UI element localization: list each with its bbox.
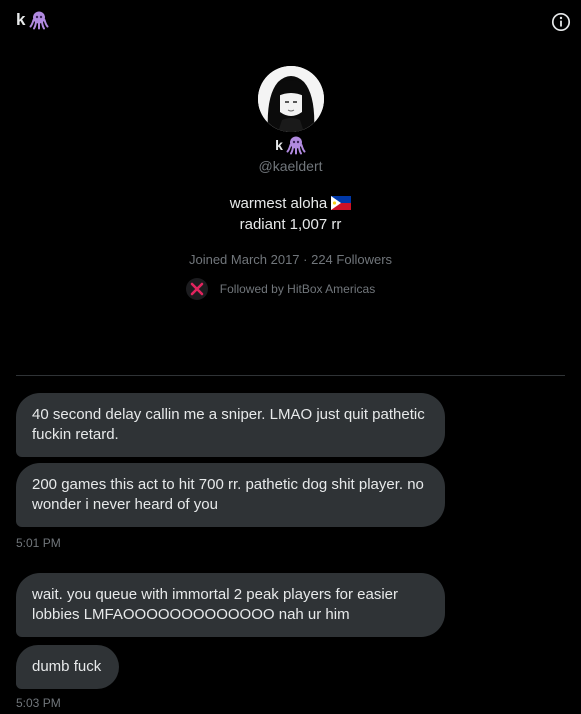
philippines-flag-icon [331, 196, 352, 210]
profile-name-text: k [275, 137, 283, 153]
message-text: 200 games this act to hit 700 rr. pathet… [32, 476, 424, 513]
profile-joined-followers: Joined March 2017 · 224 Followers [188, 252, 393, 267]
octopus-icon [29, 11, 49, 30]
message-timestamp: 5:01 PM [16, 536, 61, 550]
octopus-icon [286, 136, 306, 155]
avatar-image [257, 66, 324, 132]
profile-bio: warmest aloha radiant 1,007 rr [0, 193, 581, 235]
bio-line-1: warmest aloha [0, 193, 581, 214]
message-bubble[interactable]: dumb fuck [16, 645, 119, 689]
profile-handle[interactable]: @kaeldert [0, 158, 581, 174]
message-bubble[interactable]: wait. you queue with immortal 2 peak pla… [16, 573, 445, 637]
profile-name: k [0, 135, 581, 155]
divider [16, 375, 565, 376]
message-text: 40 second delay callin me a sniper. LMAO… [32, 406, 425, 443]
message-text: dumb fuck [32, 658, 102, 675]
message-text: wait. you queue with immortal 2 peak pla… [32, 586, 399, 623]
conversation-title[interactable]: k [16, 10, 49, 30]
profile-card: k @kaeldert warmest aloha radiant 1,007 … [0, 66, 581, 300]
hitbox-avatar-icon [185, 278, 208, 300]
message-timestamp: 5:03 PM [16, 696, 61, 710]
followed-by-text: Followed by HitBox Americas [219, 282, 376, 296]
info-icon[interactable] [551, 12, 571, 32]
message-bubble[interactable]: 200 games this act to hit 700 rr. pathet… [16, 463, 445, 527]
conversation-name: k [16, 10, 26, 29]
followed-by[interactable]: Followed by HitBox Americas [0, 278, 581, 300]
top-bar: k [0, 0, 581, 44]
avatar[interactable] [257, 66, 324, 132]
message-bubble[interactable]: 40 second delay callin me a sniper. LMAO… [16, 393, 445, 457]
bio-line-2: radiant 1,007 rr [239, 216, 342, 233]
